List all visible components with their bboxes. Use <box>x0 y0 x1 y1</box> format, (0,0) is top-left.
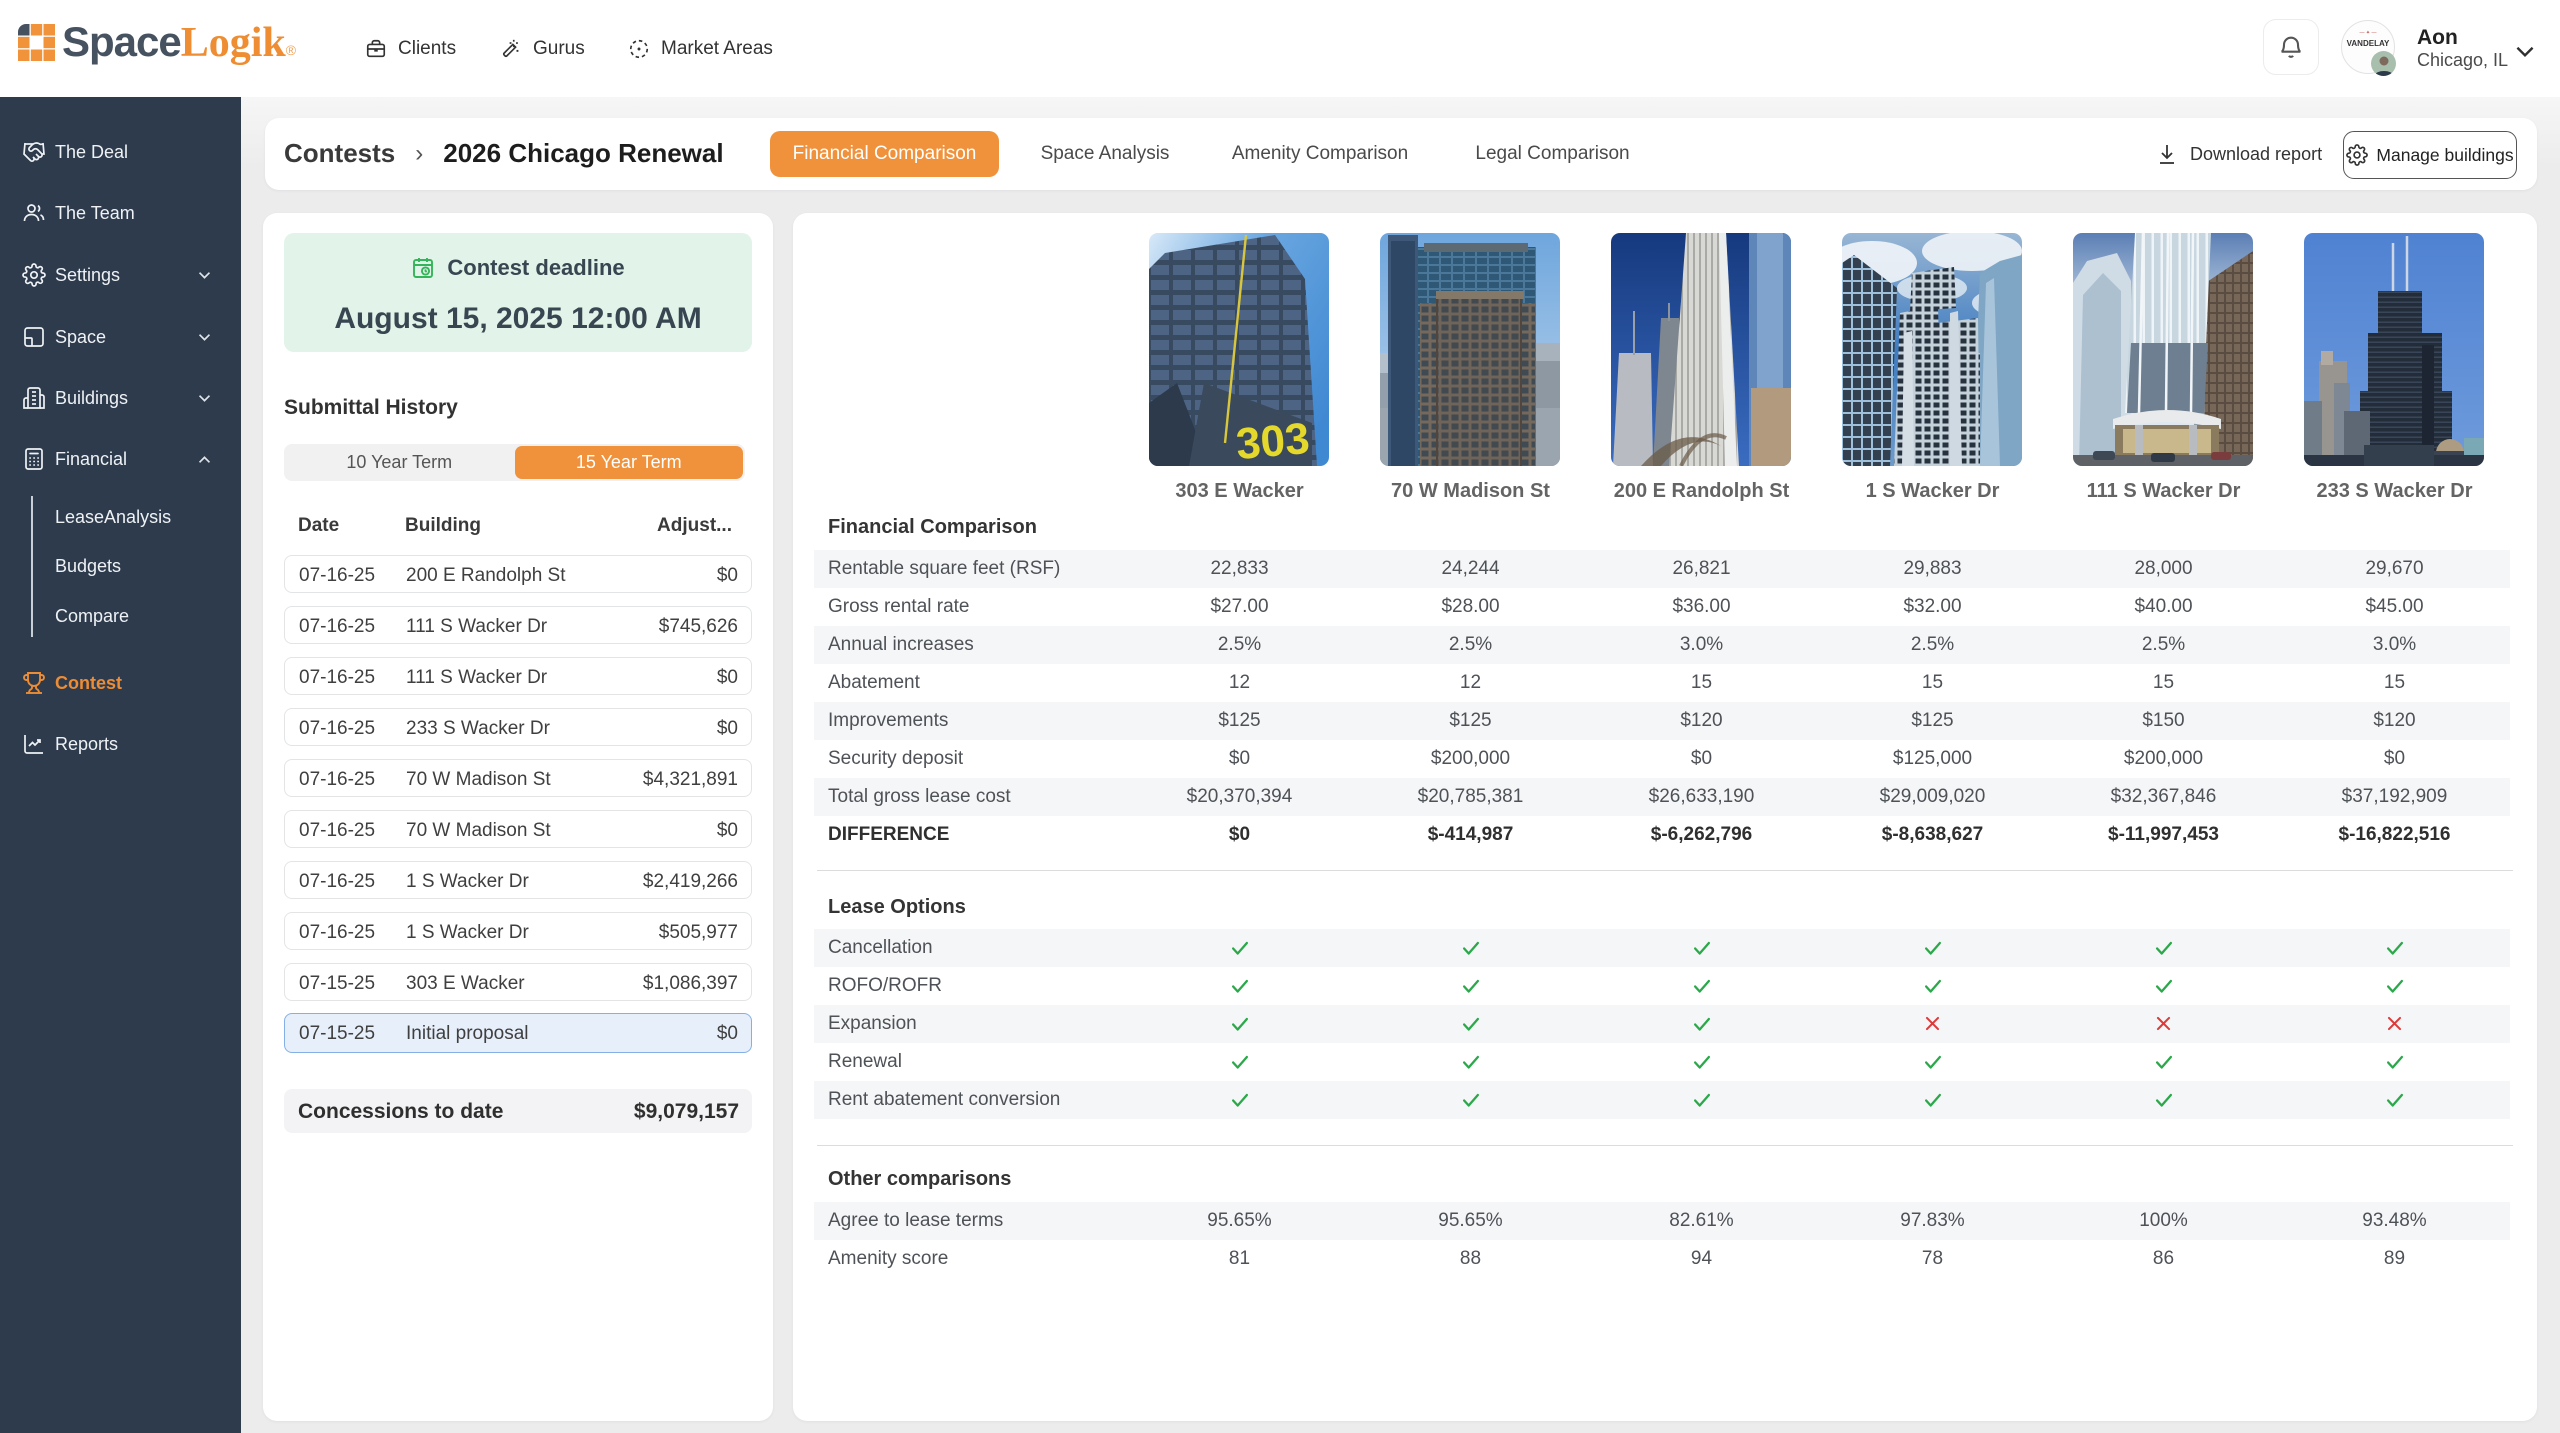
svg-text:303: 303 <box>1234 414 1311 466</box>
